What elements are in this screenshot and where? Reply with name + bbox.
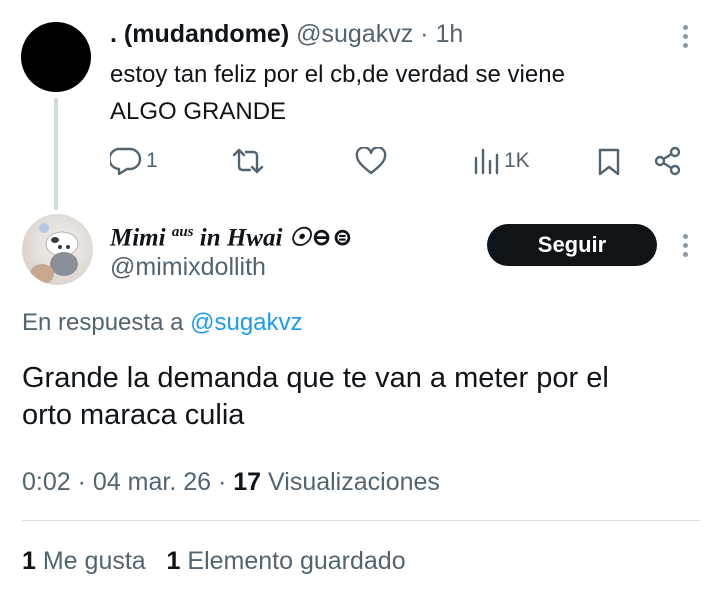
parent-tweet-header: . (mudandome) @sugakvz · 1h: [110, 18, 463, 50]
views-icon: [474, 148, 499, 175]
bookmarks-stat[interactable]: 1 Elemento guardado: [167, 547, 406, 575]
reply-button[interactable]: 1: [110, 146, 158, 176]
views-button[interactable]: 1K: [472, 146, 530, 176]
parent-tweet-actions: 1 1K: [0, 144, 720, 180]
display-name-suffix: in Hwai ☉⊖⊜: [199, 224, 353, 252]
main-handle[interactable]: @mimixdollith: [110, 252, 266, 282]
reply-mention-link[interactable]: @sugakvz: [190, 309, 302, 336]
avatar-plush-image: [30, 223, 79, 284]
main-tweet-line: Grande la demanda que te van a meter por…: [22, 362, 609, 394]
parent-tweet-text: estoy tan feliz por el cb,de verdad se v…: [110, 56, 670, 130]
views-count-main: 17: [233, 468, 262, 496]
bookmark-icon: [598, 148, 620, 176]
parent-separator: ·: [420, 20, 429, 48]
share-button[interactable]: [653, 146, 683, 176]
parent-tweet-line: estoy tan feliz por el cb,de verdad se v…: [110, 61, 565, 88]
views-count: 1K: [504, 149, 530, 172]
parent-tweet-line: ALGO GRANDE: [110, 98, 287, 125]
bookmarks-count: 1: [166, 547, 181, 575]
avatar-mimixdollith[interactable]: [22, 214, 93, 285]
main-display-name[interactable]: Mimi aus in Hwai ☉⊖⊜: [110, 216, 353, 254]
likes-stat[interactable]: 1 Me gusta: [22, 547, 146, 575]
tweet-date[interactable]: 04 mar. 26: [93, 468, 211, 496]
display-name-superscript: aus: [171, 224, 194, 240]
retweet-button[interactable]: [231, 146, 269, 176]
like-button[interactable]: [355, 147, 391, 175]
likes-count: 1: [22, 547, 36, 575]
parent-handle[interactable]: @sugakvz: [296, 20, 413, 48]
divider: [22, 520, 700, 521]
meta-separator: ·: [218, 468, 227, 496]
views-label: Visualizaciones: [268, 468, 440, 496]
tweet-metadata: 0:02 · 04 mar. 26 · 17 Visualizaciones: [22, 466, 440, 498]
tweet-time[interactable]: 0:02: [22, 468, 71, 496]
main-tweet-line: orto maraca culia: [22, 399, 245, 431]
share-icon: [654, 146, 681, 176]
reply-context: En respuesta a @sugakvz: [22, 308, 303, 338]
more-options-icon[interactable]: [673, 25, 697, 48]
display-name-first: Mimi: [110, 224, 166, 252]
avatar-mudandome[interactable]: [21, 22, 91, 92]
reply-prefix: En respuesta a: [22, 309, 184, 336]
more-options-icon[interactable]: [673, 234, 697, 257]
meta-separator: ·: [77, 468, 86, 496]
parent-display-name[interactable]: . (mudandome): [110, 20, 289, 48]
reply-icon: [110, 147, 142, 176]
bookmark-button[interactable]: [597, 147, 621, 177]
bookmarks-label: Elemento guardado: [187, 547, 406, 575]
retweet-icon: [232, 148, 264, 174]
parent-time[interactable]: 1h: [435, 20, 463, 48]
like-icon: [355, 147, 387, 175]
main-tweet-text: Grande la demanda que te van a meter por…: [22, 360, 712, 434]
follow-button[interactable]: Seguir: [487, 224, 657, 266]
likes-label: Me gusta: [42, 547, 146, 575]
reply-count: 1: [146, 149, 158, 172]
engagement-stats: 1 Me gusta 1 Elemento guardado: [22, 545, 406, 577]
